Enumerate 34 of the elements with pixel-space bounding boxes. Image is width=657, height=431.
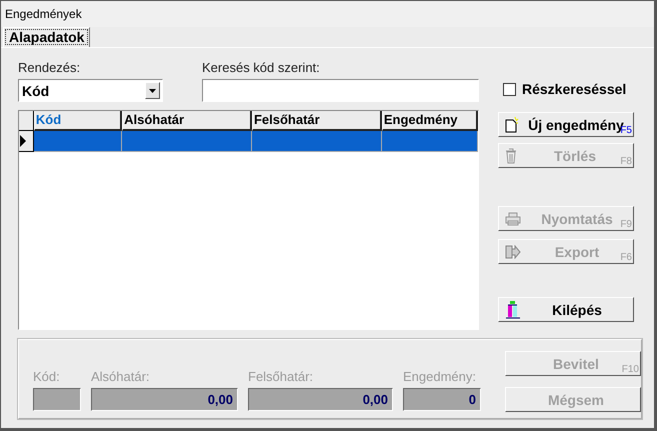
dropdown-arrow-icon: [149, 88, 156, 92]
table-cell[interactable]: [122, 131, 252, 152]
exit-button[interactable]: Kilépés: [498, 297, 634, 322]
export-arrow-icon: [505, 244, 521, 258]
field-label: Alsóhatár:: [91, 369, 151, 384]
search-field[interactable]: [202, 79, 479, 102]
checkbox[interactable]: [503, 82, 516, 96]
column-header[interactable]: Alsóhatár: [122, 111, 252, 131]
column-header[interactable]: Felsőhatár: [252, 111, 382, 131]
field-label: Felsőhatár:: [248, 369, 314, 384]
current-row-icon: [19, 135, 26, 147]
column-header[interactable]: Kód: [34, 111, 122, 131]
sort-dropdown[interactable]: Kód: [18, 79, 163, 102]
printer-icon: [505, 212, 521, 226]
field-label: Kód:: [33, 369, 61, 384]
column-header[interactable]: Engedmény: [382, 111, 478, 131]
door-exit-icon: [505, 300, 521, 318]
shortcut-hint: F6: [620, 252, 632, 263]
shortcut-hint: F9: [620, 219, 632, 230]
table-cell[interactable]: [382, 131, 478, 152]
window-title: Engedmények: [1, 1, 654, 27]
row-selector[interactable]: [19, 131, 34, 152]
field-label: Engedmény:: [403, 369, 477, 384]
trash-icon: [505, 148, 517, 164]
sort-label: Rendezés:: [18, 60, 82, 75]
row-selector-header: [19, 111, 34, 131]
table-cell[interactable]: [252, 131, 382, 152]
shortcut-hint: F8: [620, 156, 632, 167]
checkbox-label: Részkereséssel: [522, 81, 626, 97]
table-cell[interactable]: [34, 131, 122, 152]
tab[interactable]: Alapadatok: [3, 27, 90, 47]
new-document-icon: [505, 116, 519, 132]
shortcut-hint: F10: [622, 364, 639, 375]
search-label: Keresés kód szerint:: [202, 60, 321, 75]
